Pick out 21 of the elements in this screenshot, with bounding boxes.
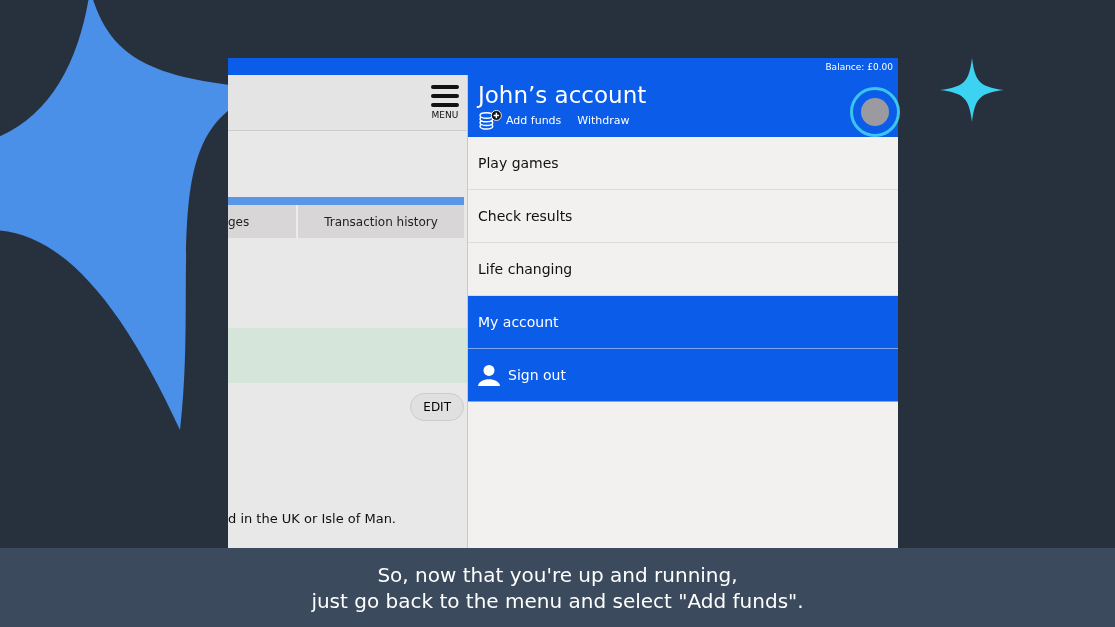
tab[interactable]: ges <box>228 205 298 238</box>
avatar[interactable] <box>850 87 900 137</box>
person-icon <box>478 364 500 386</box>
sign-out-label: Sign out <box>508 367 566 383</box>
menu-button[interactable]: MENU <box>431 85 459 120</box>
body-text: d in the UK or Isle of Man. <box>228 511 397 526</box>
tab[interactable]: Transaction history <box>298 205 464 238</box>
caption-text: So, now that you're up and running, <box>377 561 738 588</box>
balance-text: Balance: £0.00 <box>825 61 893 72</box>
menu-item[interactable]: Play games <box>468 137 898 190</box>
menu-icon <box>431 85 459 107</box>
coins-icon <box>478 110 502 130</box>
sparkle-icon <box>940 58 1004 122</box>
menu-item[interactable]: Check results <box>468 190 898 243</box>
caption-text: just go back to the menu and select "Add funds". <box>311 587 804 614</box>
account-title: John’s account <box>478 82 647 108</box>
menu-item[interactable]: My account <box>468 296 898 349</box>
header-link[interactable]: Add funds <box>506 113 562 127</box>
header-link[interactable]: Withdraw <box>577 113 630 127</box>
edit-button[interactable]: EDIT <box>410 393 464 421</box>
sign-out-button[interactable]: Sign out <box>468 349 898 402</box>
